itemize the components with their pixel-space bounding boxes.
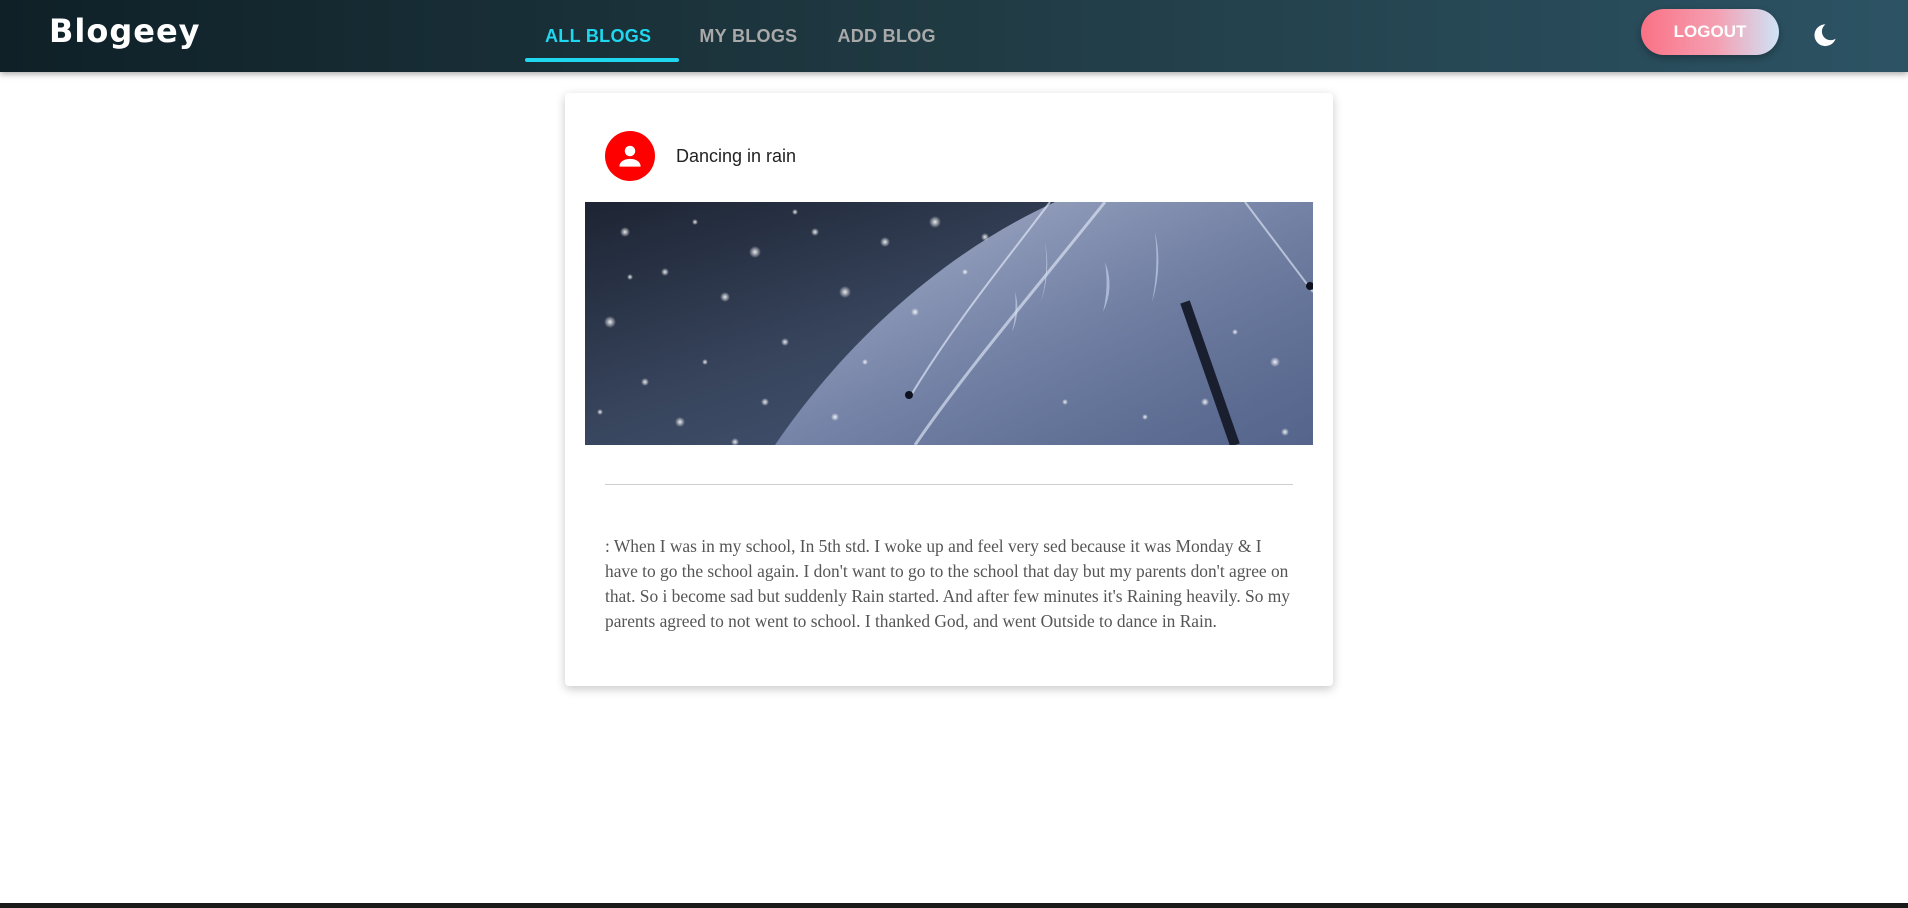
tab-my-blogs[interactable]: MY BLOGS: [679, 0, 817, 72]
person-icon: [619, 145, 641, 167]
moon-icon[interactable]: [1810, 20, 1840, 50]
top-navbar: Blogeey ALL BLOGS MY BLOGS ADD BLOG LOGO…: [0, 0, 1908, 72]
blog-card: Dancing in rain: When I was in my schoo…: [565, 93, 1333, 686]
blog-body: : When I was in my school, In 5th std. I…: [605, 536, 1290, 631]
footer-bar: [0, 903, 1908, 908]
tab-add-blog[interactable]: ADD BLOG: [817, 0, 955, 72]
blog-title: Dancing in rain: [676, 145, 797, 166]
main-nav: ALL BLOGS MY BLOGS ADD BLOG: [525, 0, 956, 72]
rain-umbrella-image: [585, 202, 1313, 445]
avatar: [605, 131, 655, 181]
tab-all-blogs[interactable]: ALL BLOGS: [525, 0, 680, 72]
card-divider: [605, 484, 1293, 485]
blog-card-header: Dancing in rain: [605, 131, 796, 181]
brand-logo[interactable]: Blogeey: [49, 12, 201, 50]
logout-button[interactable]: LOGOUT: [1641, 9, 1779, 55]
